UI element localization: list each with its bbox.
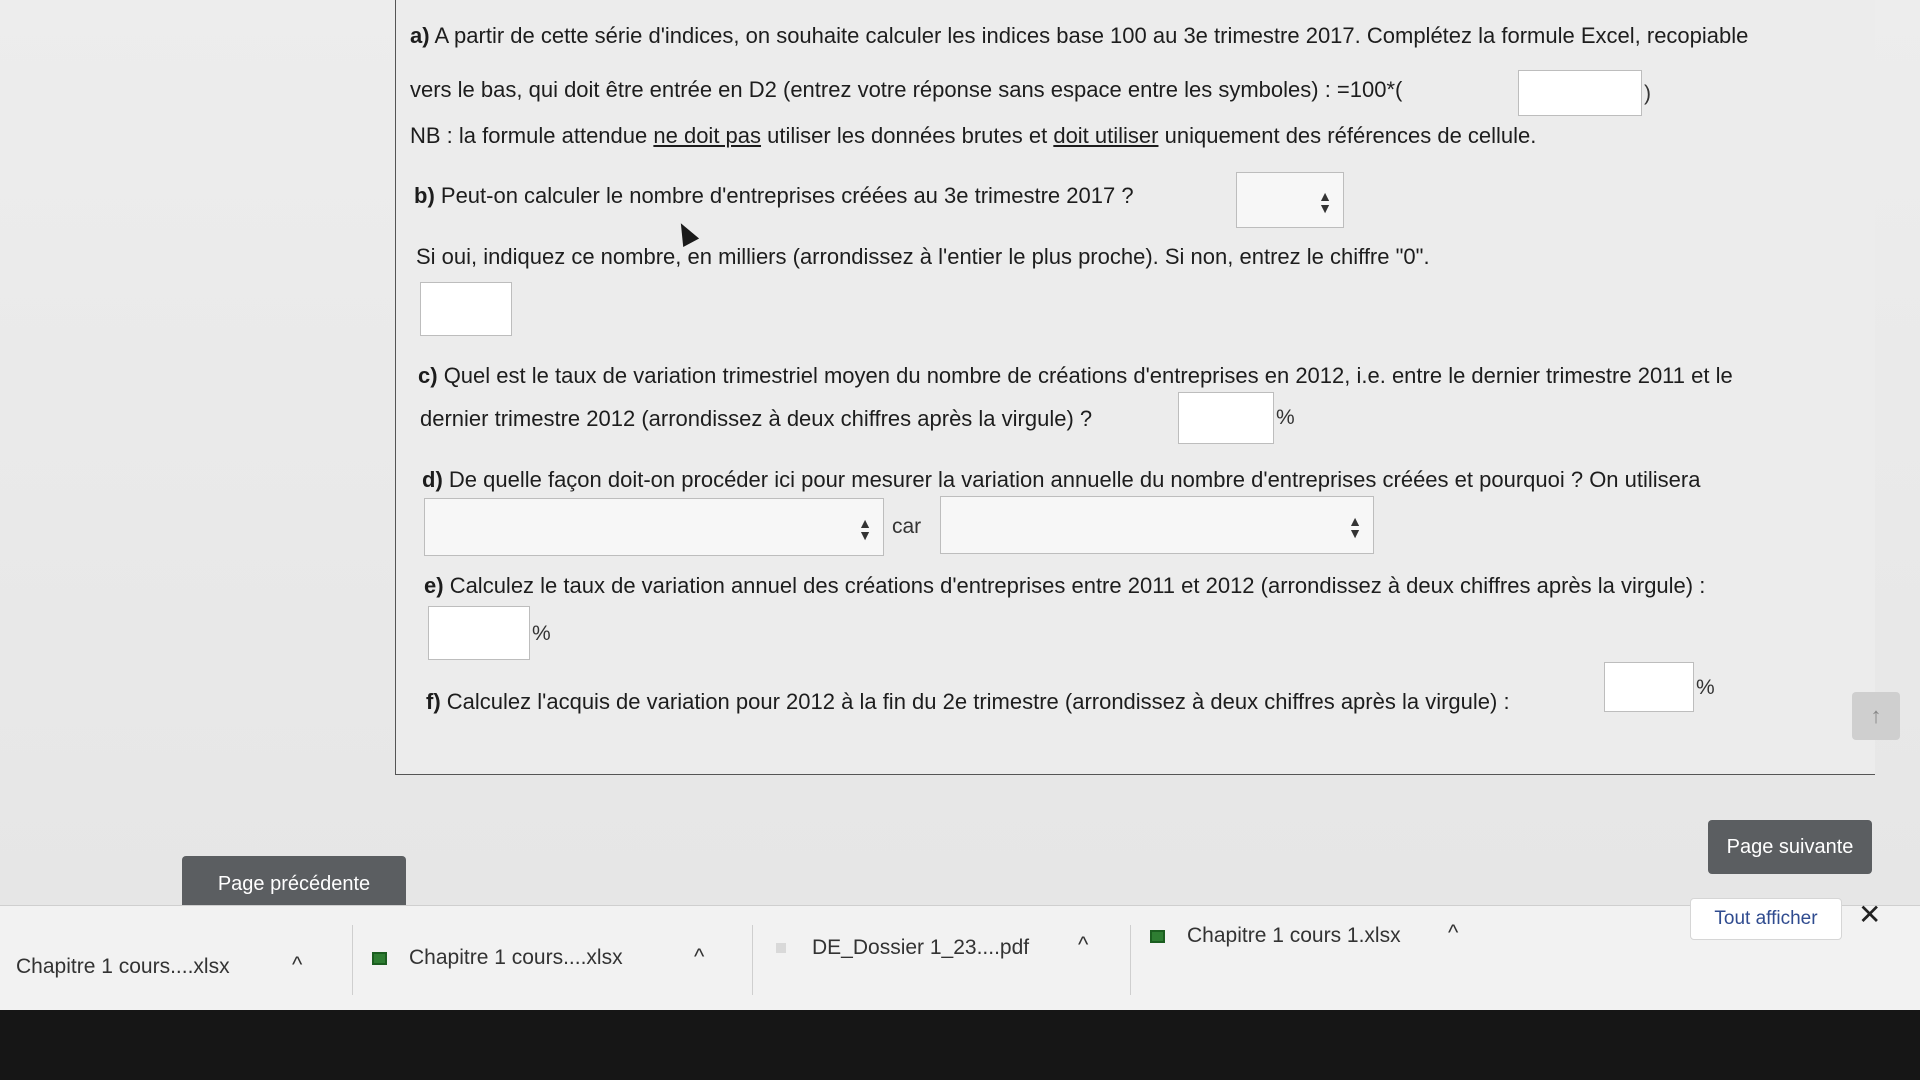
downloads-bar <box>0 905 1920 1017</box>
question-c-line2: dernier trimestre 2012 (arrondissez à de… <box>420 406 1093 431</box>
chevron-up-icon[interactable]: ^ <box>1078 932 1088 958</box>
chevron-up-icon[interactable]: ^ <box>1448 920 1458 946</box>
question-c-input[interactable] <box>1178 392 1274 444</box>
question-c-percent: % <box>1276 406 1295 429</box>
select-arrows-icon: ▲▼ <box>1347 513 1363 537</box>
question-c-line1: c) Quel est le taux de variation trimest… <box>418 363 1733 388</box>
formula-input[interactable] <box>1518 70 1642 116</box>
next-page-button[interactable]: Page suivante <box>1708 820 1872 874</box>
divider <box>1130 925 1131 995</box>
question-a-line1: a) A partir de cette série d'indices, on… <box>410 23 1749 48</box>
show-all-downloads-button[interactable]: Tout afficher <box>1690 898 1842 940</box>
chevron-up-icon[interactable]: ^ <box>694 944 704 970</box>
download-item-4[interactable]: Chapitre 1 cours 1.xlsx <box>1150 924 1401 948</box>
arrow-up-icon: ↑ <box>1870 703 1882 728</box>
question-f-input[interactable] <box>1604 662 1694 712</box>
question-d: d) De quelle façon doit-on procéder ici … <box>422 467 1701 492</box>
question-e-input[interactable] <box>428 606 530 660</box>
question-b: b) Peut-on calculer le nombre d'entrepri… <box>414 183 1134 208</box>
pdf-file-icon <box>776 943 786 954</box>
previous-page-button[interactable]: Page précédente <box>182 856 406 912</box>
divider <box>352 925 353 995</box>
question-a-note: NB : la formule attendue ne doit pas uti… <box>410 123 1537 148</box>
question-b-select[interactable]: ▲▼ <box>1236 172 1344 228</box>
download-item-2[interactable]: Chapitre 1 cours....xlsx <box>372 946 623 970</box>
question-e-percent: % <box>532 622 551 645</box>
question-b-number-input[interactable] <box>420 282 512 336</box>
question-f-percent: % <box>1696 676 1715 699</box>
download-item-1[interactable]: Chapitre 1 cours....xlsx <box>16 955 230 979</box>
question-d-reason-select[interactable]: ▲▼ <box>940 496 1374 554</box>
excel-file-icon <box>1150 929 1165 943</box>
select-arrows-icon: ▲▼ <box>1317 188 1333 212</box>
chevron-up-icon[interactable]: ^ <box>292 952 302 978</box>
question-e: e) Calculez le taux de variation annuel … <box>424 573 1706 598</box>
question-d-car-label: car <box>892 515 922 538</box>
download-item-3[interactable]: DE_Dossier 1_23....pdf <box>776 936 1029 960</box>
question-f: f) Calculez l'acquis de variation pour 2… <box>426 689 1510 714</box>
excel-file-icon <box>372 951 387 965</box>
scroll-to-top-button[interactable]: ↑ <box>1852 692 1900 740</box>
question-d-method-select[interactable]: ▲▼ <box>424 498 884 556</box>
select-arrows-icon: ▲▼ <box>857 515 873 539</box>
desk-background <box>0 1010 1920 1080</box>
divider <box>752 925 753 995</box>
question-b-sub: Si oui, indiquez ce nombre, en milliers … <box>416 244 1430 269</box>
formula-close-paren: ) <box>1644 82 1651 105</box>
question-a-line2: vers le bas, qui doit être entrée en D2 … <box>410 77 1403 102</box>
close-icon[interactable]: ✕ <box>1858 898 1881 931</box>
